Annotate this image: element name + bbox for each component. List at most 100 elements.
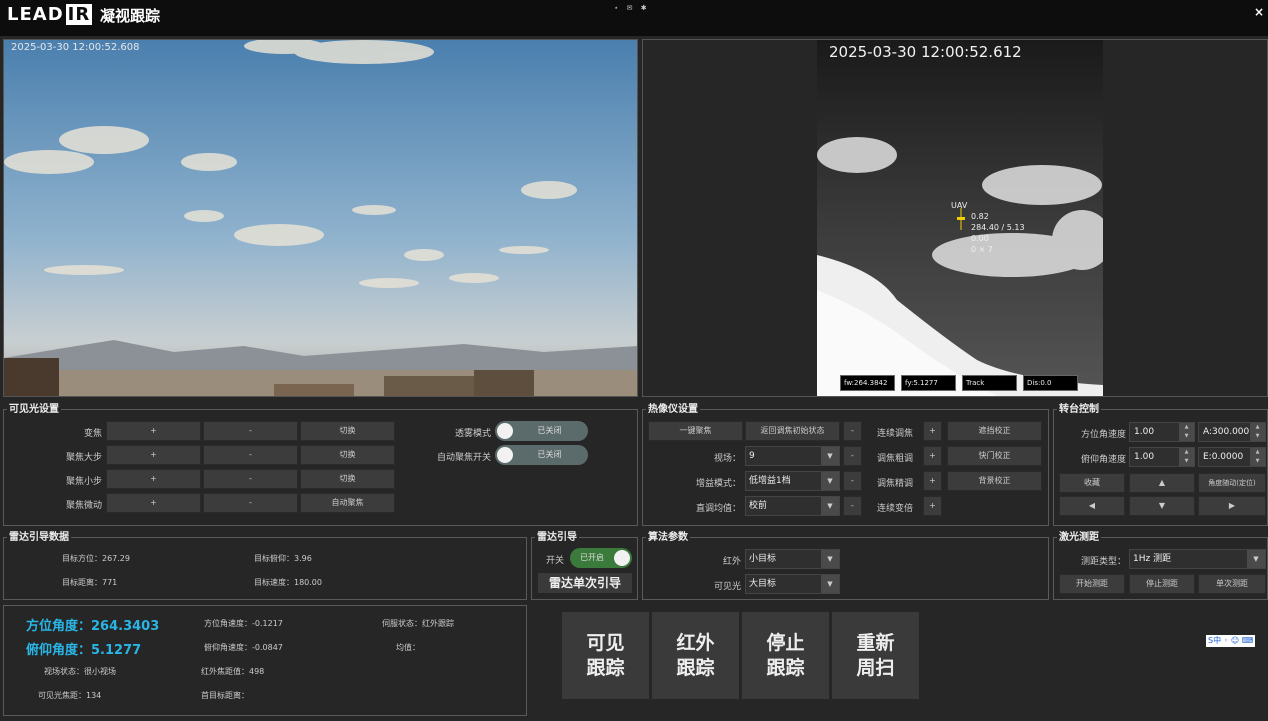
az-speed-spinbox[interactable]: 1.00 ▲ ▼ [1129,422,1195,442]
chevron-up-icon[interactable]: ▲ [1250,448,1265,457]
el-speed-value: 1.00 [1134,452,1155,462]
az-speed-value: 1.00 [1134,427,1155,437]
balance-value: 均值： [396,643,420,652]
turret-left-button[interactable]: ◀ [1059,496,1125,516]
zoom-minus-button[interactable]: - [203,421,298,441]
overlay-line: 0.82 [971,212,989,221]
ir-algo-select[interactable]: 小目标 ▼ [745,549,840,569]
ime-toolbar[interactable]: S中 ◦ ☺ ⌨ [1206,635,1256,647]
coarse-plus-button[interactable]: + [923,446,942,466]
equalize-minus-button[interactable]: - [843,496,862,516]
section-title: 热像仪设置 [646,404,700,416]
ir-algo-label: 红外 [722,557,741,567]
autofocus-button[interactable]: 自动聚焦 [300,493,395,513]
turret-up-button[interactable]: ▲ [1129,473,1195,493]
az-target-spinbox[interactable]: A:300.000 ▲ ▼ [1198,422,1266,442]
chevron-up-icon[interactable]: ▲ [1179,423,1194,432]
turret-down-button[interactable]: ▼ [1129,496,1195,516]
focus-fine-label: 聚焦微动 [65,501,102,511]
ir-distance-readout: Dis:0.0 [1023,375,1078,391]
return-initial-focus-button[interactable]: 返回调焦初始状态 [745,421,840,441]
focus-small-switch-button[interactable]: 切换 [300,469,395,489]
defog-toggle[interactable]: 已关闭 [495,421,588,441]
shutter-correct-button[interactable]: 快门校正 [947,446,1042,466]
overlay-line: UAV [951,201,968,210]
equalize-select[interactable]: 校前 ▼ [745,496,840,516]
chevron-down-icon[interactable]: ▼ [1250,457,1265,466]
start-ranging-button[interactable]: 开始测距 [1059,574,1125,594]
focus-large-plus-button[interactable]: + [106,445,201,465]
target-distance: 目标距离：771 [62,578,118,587]
section-title: 可见光设置 [7,404,61,416]
zoom-plus-button[interactable]: + [106,421,201,441]
autofocus-state: 已关闭 [537,450,562,459]
chevron-up-icon[interactable]: ▲ [1179,448,1194,457]
chevron-up-icon[interactable]: ▲ [1250,423,1265,432]
focus-fine-plus-button[interactable]: + [106,493,201,513]
radar-switch-toggle[interactable]: 已开启 [570,548,632,568]
el-speed-spinbox[interactable]: 1.00 ▲ ▼ [1129,447,1195,467]
turret-control-section: 转台控制 方位角速度 1.00 ▲ ▼ A:300.000 ▲ ▼ 俯仰角速度 1.00… [1053,404,1268,526]
gain-minus-button[interactable]: - [843,471,862,491]
chevron-down-icon[interactable]: ▼ [1179,432,1194,441]
ir-focus-value: 红外焦距值：498 [201,667,265,676]
radar-data-section: 雷达引导数据 目标方位：267.29 目标俯仰：3.96 目标距离：771 目标… [3,532,527,600]
thermal-plus-button[interactable]: + [923,421,942,441]
range-type-select[interactable]: 1Hz 测距 ▼ [1129,549,1266,569]
turret-right-button[interactable]: ▶ [1198,496,1266,516]
focus-small-plus-button[interactable]: + [106,469,201,489]
focus-large-minus-button[interactable]: - [203,445,298,465]
fine-plus-button[interactable]: + [923,471,942,491]
target-azimuth: 目标方位：267.29 [62,554,130,563]
chevron-down-icon: ▼ [821,447,839,465]
focus-large-label: 聚焦大步 [65,453,102,463]
rescan-button[interactable]: 重新 周扫 [832,612,919,699]
focus-fine-minus-button[interactable]: - [203,493,298,513]
continuous-zoom-label: 连续变倍 [876,504,913,514]
visible-focus-value: 可见光焦距：134 [38,691,102,700]
chevron-down-icon[interactable]: ▼ [1250,432,1265,441]
target-speed: 目标速度：180.00 [254,578,322,587]
close-button[interactable]: × [1254,5,1264,19]
az-target-value: A:300.000 [1203,427,1250,437]
ir-fw-readout: fw:264.3842 [840,375,895,391]
visible-video-panel[interactable]: 2025-03-30 12:00:52.608 [3,39,638,397]
fov-label: 视场： [713,454,741,464]
thermal-minus-button[interactable]: - [843,421,862,441]
section-title: 算法参数 [646,532,690,544]
fov-minus-button[interactable]: - [843,446,862,466]
cont-zoom-plus-button[interactable]: + [923,496,942,516]
angle-follow-button[interactable]: 角度随动(定位) [1198,473,1266,493]
visible-algo-value: 大目标 [749,579,777,589]
chevron-down-icon[interactable]: ▼ [1179,457,1194,466]
equalize-value: 校前 [749,501,768,511]
fine-focus-label: 调焦精调 [876,479,913,489]
radar-single-guide-button[interactable]: 雷达单次引导 [538,573,632,593]
stop-ranging-button[interactable]: 停止测距 [1129,574,1195,594]
servo-state: 伺服状态：红外跟踪 [382,619,454,628]
one-key-focus-button[interactable]: 一键聚焦 [648,421,743,441]
background-correct-button[interactable]: 背景校正 [947,471,1042,491]
fov-select[interactable]: 9 ▼ [745,446,840,466]
single-ranging-button[interactable]: 单次测距 [1198,574,1266,594]
el-speed-label: 俯仰角速度 [1080,455,1126,465]
focus-small-minus-button[interactable]: - [203,469,298,489]
stop-track-button[interactable]: 停止 跟踪 [742,612,829,699]
gain-mode-value: 低增益1档 [749,476,791,486]
window-tool-icons[interactable]: ⋆ ✉ ✱ [614,4,650,12]
ir-algo-value: 小目标 [749,554,777,564]
occlusion-correct-button[interactable]: 遮挡校正 [947,421,1042,441]
ir-track-mode: Track [962,375,1017,391]
zoom-label: 变焦 [83,429,102,439]
stow-button[interactable]: 收藏 [1059,473,1125,493]
ir-video-panel[interactable]: 2025-03-30 12:00:52.612 UAV 0.82 284.40 … [642,39,1268,397]
infrared-track-button[interactable]: 红外 跟踪 [652,612,739,699]
visible-algo-select[interactable]: 大目标 ▼ [745,574,840,594]
focus-large-switch-button[interactable]: 切换 [300,445,395,465]
chevron-down-icon: ▼ [821,472,839,490]
gain-mode-select[interactable]: 低增益1档 ▼ [745,471,840,491]
zoom-switch-button[interactable]: 切换 [300,421,395,441]
autofocus-toggle[interactable]: 已关闭 [495,445,588,465]
el-target-spinbox[interactable]: E:0.0000 ▲ ▼ [1198,447,1266,467]
visible-track-button[interactable]: 可见 跟踪 [562,612,649,699]
